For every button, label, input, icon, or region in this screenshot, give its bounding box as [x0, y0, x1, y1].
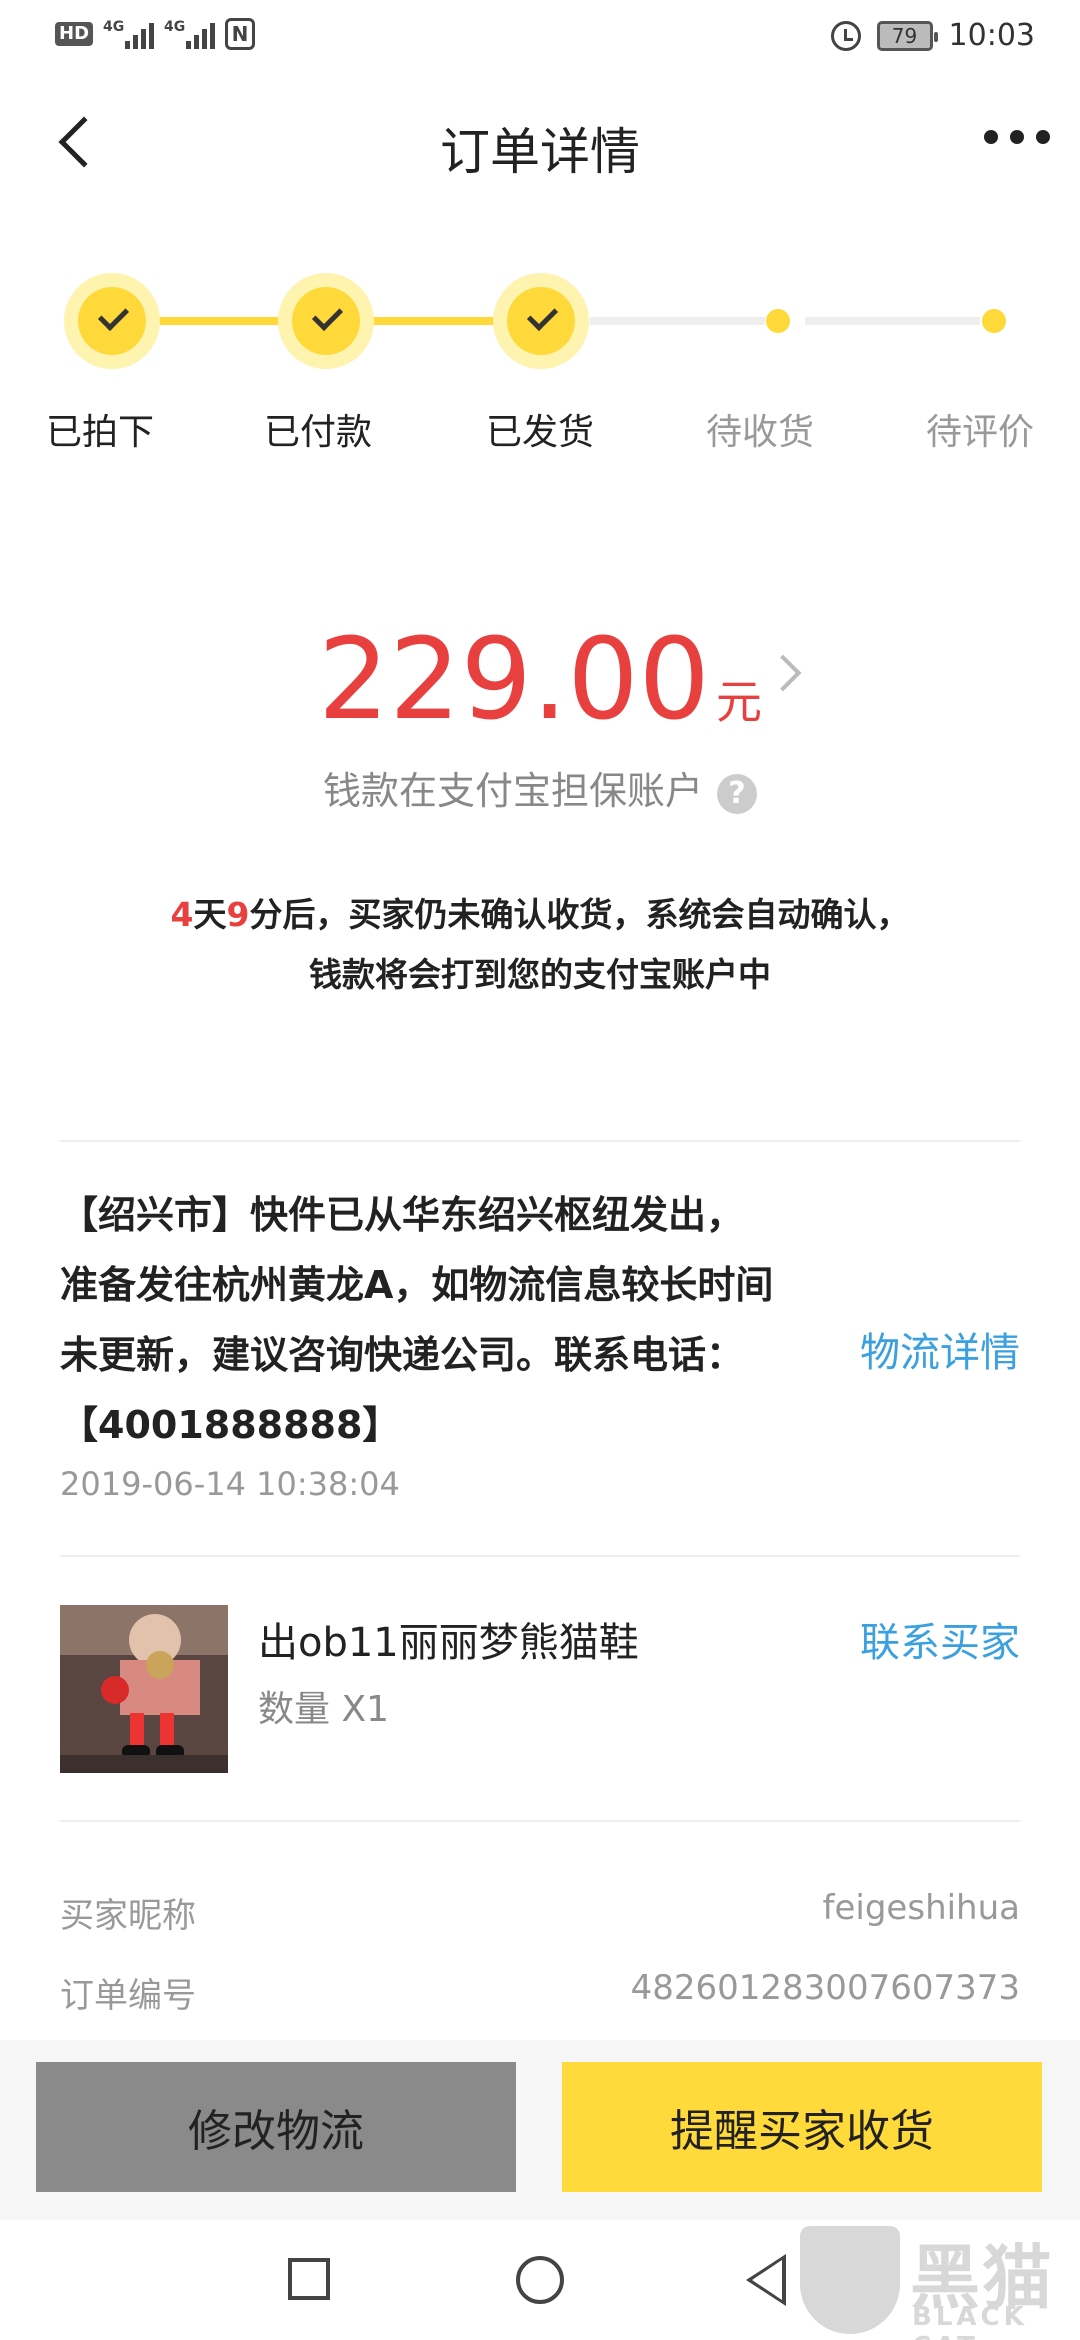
- progress-line: [150, 317, 290, 325]
- step-label: 待收货: [705, 412, 814, 453]
- product-thumbnail[interactable]: [60, 1605, 228, 1773]
- notice-line1: 分后，买家仍未确认收货，系统会自动确认，: [249, 895, 910, 934]
- more-icon[interactable]: [984, 130, 1050, 144]
- page-title: 订单详情: [440, 123, 640, 181]
- progress-line: [370, 317, 510, 325]
- amount-unit: 元: [715, 675, 762, 729]
- logistics-line: 准备发往杭州黄龙A，如物流信息较长时间: [60, 1263, 774, 1307]
- buyer-nickname-label: 买家昵称: [60, 1896, 196, 1936]
- order-number-value: 482601283007607373: [630, 1968, 1020, 2008]
- nfc-icon: N: [225, 18, 256, 50]
- step-label: 待评价: [925, 412, 1034, 453]
- logistics-line: 未更新，建议咨询快递公司。联系电话：: [60, 1333, 745, 1377]
- progress-line: [590, 317, 765, 325]
- buyer-nickname-row: 买家昵称 feigeshihua: [60, 1888, 1020, 1937]
- escrow-text: 钱款在支付宝担保账户: [322, 769, 703, 813]
- clock: 10:03: [948, 18, 1035, 53]
- divider: [60, 1140, 1020, 1142]
- amount-value: 229.00: [318, 615, 710, 745]
- product-name[interactable]: 出ob11丽丽梦熊猫鞋: [258, 1610, 639, 1668]
- step-check-icon: [64, 273, 160, 369]
- progress-line: [805, 317, 980, 325]
- logistics-time: 2019-06-14 10:38:04: [60, 1465, 400, 1503]
- days-count: 4: [170, 895, 194, 934]
- order-number-label: 订单编号: [60, 1976, 196, 2016]
- header: 订单详情: [0, 80, 1080, 210]
- notice-line2: 钱款将会打到您的支付宝账户中: [309, 955, 771, 994]
- step-label: 已付款: [263, 412, 372, 453]
- order-number-row: 订单编号 482601283007607373: [60, 1968, 1020, 2017]
- logistics-line: 【4001888888】: [60, 1403, 401, 1447]
- step-dot-icon: [766, 309, 790, 333]
- escrow-note: 钱款在支付宝担保账户?: [0, 760, 1080, 815]
- status-bar: HD 4G 4G N 79 10:03: [0, 0, 1080, 75]
- order-amount[interactable]: 229.00 元: [0, 615, 1080, 745]
- divider: [60, 1555, 1020, 1557]
- recents-icon[interactable]: [288, 2258, 330, 2300]
- buyer-nickname-value: feigeshihua: [822, 1888, 1020, 1928]
- help-icon[interactable]: ?: [717, 773, 757, 814]
- home-icon[interactable]: [516, 2256, 564, 2304]
- logistics-line: 【绍兴市】快件已从华东绍兴枢纽发出，: [60, 1193, 745, 1237]
- days-unit: 天: [193, 895, 227, 934]
- watermark-subtext: BLACK CAT: [912, 2302, 1028, 2340]
- cat-shield-icon: [800, 2226, 900, 2334]
- contact-buyer-link[interactable]: 联系买家: [860, 1610, 1020, 1668]
- signal-icon: 4G: [103, 19, 155, 49]
- alarm-icon: [830, 20, 861, 51]
- step-dot-icon: [982, 309, 1006, 333]
- signal-icon-2: 4G: [164, 19, 216, 49]
- minutes-count: 9: [226, 895, 250, 934]
- step-label: 已发货: [485, 412, 594, 453]
- step-check-icon: [278, 273, 374, 369]
- step-check-icon: [493, 273, 589, 369]
- action-bar: 修改物流 提醒买家收货: [0, 2040, 1080, 2220]
- logistics-detail-link[interactable]: 物流详情: [860, 1320, 1020, 1378]
- watermark-logo: 黑猫 BLACK CAT: [800, 2222, 1070, 2340]
- divider: [60, 1820, 1020, 1822]
- modify-logistics-button[interactable]: 修改物流: [36, 2062, 516, 2192]
- hd-icon: HD: [55, 22, 94, 46]
- order-progress: 已拍下 已付款 已发货 待收货 待评价: [0, 255, 1080, 455]
- step-label: 已拍下: [45, 412, 154, 453]
- product-quantity: 数量 X1: [258, 1689, 390, 1730]
- auto-confirm-notice: 4天9分后，买家仍未确认收货，系统会自动确认， 钱款将会打到您的支付宝账户中: [0, 885, 1080, 1005]
- remind-buyer-button[interactable]: 提醒买家收货: [562, 2062, 1042, 2192]
- logistics-status: 【绍兴市】快件已从华东绍兴枢纽发出， 准备发往杭州黄龙A，如物流信息较长时间 未…: [60, 1180, 860, 1460]
- battery-icon: 79: [876, 20, 938, 51]
- back-nav-icon[interactable]: [746, 2254, 786, 2306]
